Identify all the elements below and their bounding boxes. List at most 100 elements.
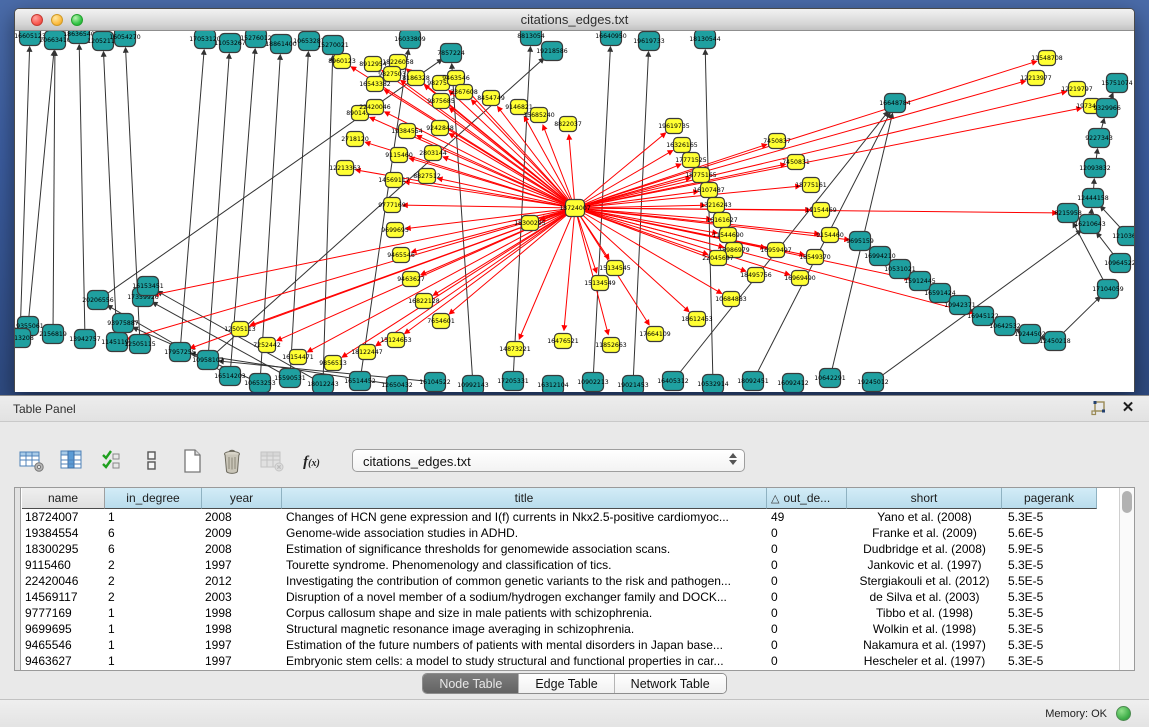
graph-edge[interactable] <box>323 56 333 384</box>
graph-node[interactable]: 10532914 <box>697 375 729 393</box>
graph-node[interactable]: 11548708 <box>1031 51 1063 66</box>
graph-node[interactable]: 16154471 <box>282 350 314 365</box>
graph-edge[interactable] <box>79 45 85 339</box>
graph-node[interactable]: 16107487 <box>693 183 725 198</box>
create-column-icon[interactable] <box>178 446 205 474</box>
graph-node[interactable]: 10958107 <box>192 351 224 370</box>
table-row[interactable]: 977716911998Corpus callosum shape and si… <box>22 605 1119 621</box>
graph-node[interactable]: 17771525 <box>675 153 707 168</box>
graph-node[interactable]: 16092412 <box>777 374 809 393</box>
graph-edge[interactable] <box>575 92 1066 208</box>
graph-edge[interactable] <box>569 135 575 208</box>
graph-node[interactable]: 18122447 <box>351 345 383 360</box>
graph-node[interactable]: 15134545 <box>599 261 631 276</box>
column-header-out_degree[interactable]: △out_de... <box>767 488 847 509</box>
graph-node[interactable]: 7450837 <box>763 134 791 149</box>
graph-edge[interactable] <box>290 52 308 378</box>
graph-node[interactable]: 18549370 <box>799 250 831 265</box>
graph-node[interactable]: 16822128 <box>408 294 440 309</box>
graph-node[interactable]: 16033809 <box>394 31 426 49</box>
graph-node[interactable]: 16959497 <box>760 243 792 258</box>
graph-node[interactable]: 16640950 <box>595 31 627 46</box>
graph-node[interactable]: 12444158 <box>1077 189 1109 208</box>
graph-node[interactable]: 7252442 <box>253 338 281 353</box>
network-window-titlebar[interactable]: citations_edges.txt <box>15 9 1134 31</box>
table-row[interactable]: 1938455462009Genome-wide association stu… <box>22 525 1119 541</box>
graph-node[interactable]: 18495756 <box>740 268 772 283</box>
graph-node[interactable]: 16969490 <box>784 271 816 286</box>
graph-edge[interactable] <box>412 208 575 252</box>
graph-edge[interactable] <box>28 51 54 326</box>
table-row[interactable]: 1830029562008Estimation of significance … <box>22 541 1119 557</box>
graph-node[interactable]: 9465546 <box>387 248 415 263</box>
tab-node-table[interactable]: Node Table <box>423 674 519 693</box>
graph-edge[interactable] <box>384 90 575 208</box>
graph-node[interactable]: 12213977 <box>1020 71 1052 86</box>
table-row[interactable]: 1456911722003Disruption of a novel membe… <box>22 589 1119 605</box>
graph-node[interactable]: 10902213 <box>577 373 609 392</box>
graph-node[interactable]: 8827512 <box>413 169 441 184</box>
graph-node[interactable]: 9227343 <box>1085 129 1113 148</box>
graph-node[interactable]: 8186328 <box>402 71 430 86</box>
graph-edge[interactable] <box>403 205 575 208</box>
graph-edge[interactable] <box>180 50 204 352</box>
graph-edge[interactable] <box>342 208 575 357</box>
graph-node[interactable]: 10642291 <box>814 369 846 388</box>
close-panel-icon[interactable]: ✕ <box>1119 399 1137 417</box>
graph-edge[interactable] <box>53 51 55 334</box>
graph-node[interactable]: 16405312 <box>657 372 689 391</box>
scrollbar-thumb[interactable] <box>1122 491 1132 513</box>
graph-edge[interactable] <box>575 108 1081 208</box>
graph-node[interactable]: 18775161 <box>795 178 827 193</box>
graph-node[interactable]: 17205331 <box>497 372 529 391</box>
graph-node[interactable]: 9154460 <box>816 228 844 243</box>
column-header-short[interactable]: short <box>847 488 1002 509</box>
graph-edge[interactable] <box>575 151 673 208</box>
graph-node[interactable]: 9695159 <box>846 232 874 251</box>
graph-node[interactable]: 2718120 <box>341 132 369 147</box>
function-builder-icon[interactable]: f(x) <box>298 446 325 474</box>
graph-node[interactable]: 16476521 <box>547 334 579 349</box>
graph-node[interactable]: 19619735 <box>658 119 690 134</box>
graph-node[interactable]: 10992143 <box>457 376 489 393</box>
graph-node[interactable]: 18012243 <box>307 375 339 393</box>
table-row[interactable]: 946554611997Estimation of the future num… <box>22 637 1119 653</box>
graph-node[interactable]: 11852663 <box>595 338 627 353</box>
graph-node[interactable]: 8813054 <box>517 31 545 46</box>
graph-node[interactable]: 9463627 <box>397 272 425 287</box>
graph-node[interactable]: 19245012 <box>857 373 889 392</box>
graph-node[interactable]: 11544690 <box>712 228 744 243</box>
graph-edge[interactable] <box>575 133 666 208</box>
graph-node[interactable]: 10653253 <box>244 374 276 393</box>
graph-node[interactable]: 12219797 <box>1061 82 1093 97</box>
graph-node[interactable]: 18612453 <box>681 312 713 327</box>
graph-edge[interactable] <box>20 47 30 338</box>
column-visibility-icon[interactable] <box>58 446 85 474</box>
table-row[interactable]: 911546021997Tourette syndrome. Phenomeno… <box>22 557 1119 573</box>
graph-node[interactable]: 16312104 <box>537 376 569 393</box>
graph-node[interactable]: 8215958 <box>1054 204 1082 223</box>
graph-edge[interactable] <box>128 208 575 339</box>
graph-node[interactable]: 18130544 <box>689 31 721 49</box>
tab-edge-table[interactable]: Edge Table <box>519 674 614 693</box>
table-selector[interactable]: citations_edges.txt <box>352 449 745 472</box>
table-row[interactable]: 2242004622012Investigating the contribut… <box>22 573 1119 589</box>
graph-node[interactable]: 8454749 <box>477 91 505 106</box>
table-height-icon[interactable] <box>138 446 165 474</box>
graph-node[interactable]: 19218586 <box>536 42 568 61</box>
network-canvas[interactable]: 1872400789601238912954182260589827503165… <box>15 31 1134 392</box>
graph-node[interactable]: 13216243 <box>700 198 732 213</box>
column-header-title[interactable]: title <box>282 488 767 509</box>
column-header-name[interactable]: name <box>22 488 105 509</box>
graph-node[interactable]: 8822037 <box>554 117 582 132</box>
table-row[interactable]: 946362711997Embryonic stem cells: a mode… <box>22 653 1119 669</box>
column-header-in_degree[interactable]: in_degree <box>105 488 202 509</box>
row-selection-icon[interactable] <box>98 446 125 474</box>
column-header-pagerank[interactable]: pagerank <box>1002 488 1097 509</box>
float-panel-icon[interactable] <box>1089 399 1107 417</box>
graph-node[interactable]: 12103654 <box>1112 227 1134 246</box>
graph-edge[interactable] <box>260 55 280 383</box>
graph-node[interactable]: 19021453 <box>617 376 649 393</box>
graph-node[interactable]: 16161627 <box>706 213 738 228</box>
column-header-year[interactable]: year <box>202 488 282 509</box>
